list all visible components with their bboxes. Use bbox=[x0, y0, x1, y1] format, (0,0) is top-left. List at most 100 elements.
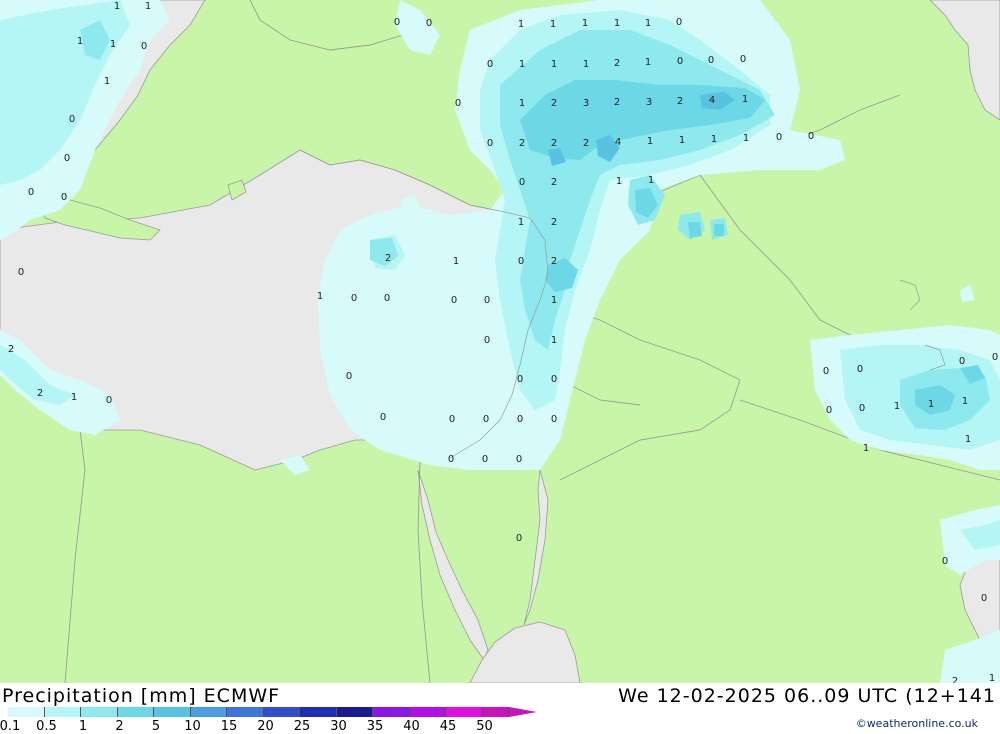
precip-value-label: 1 bbox=[518, 19, 524, 30]
precip-value-label: 0 bbox=[676, 17, 682, 28]
precip-value-label: 1 bbox=[742, 94, 748, 105]
precip-value-label: 2 bbox=[551, 177, 557, 188]
precip-value-label: 0 bbox=[823, 366, 829, 377]
precip-value-label: 1 bbox=[519, 59, 525, 70]
legend-swatch bbox=[336, 707, 373, 717]
precip-value-label: 1 bbox=[743, 133, 749, 144]
legend-label: 45 bbox=[439, 719, 457, 734]
precip-value-label: 0 bbox=[517, 414, 523, 425]
precip-value-label: 2 bbox=[385, 253, 391, 264]
precip-value-label: 1 bbox=[894, 401, 900, 412]
precip-value-label: 0 bbox=[449, 414, 455, 425]
precip-value-label: 4 bbox=[615, 137, 621, 148]
legend-swatch bbox=[409, 707, 446, 717]
precip-value-label: 0 bbox=[517, 374, 523, 385]
precip-value-label: 0 bbox=[69, 114, 75, 125]
precip-value-label: 0 bbox=[394, 17, 400, 28]
precip-value-label: 0 bbox=[992, 352, 998, 363]
precip-value-label: 3 bbox=[583, 98, 589, 109]
precip-value-label: 0 bbox=[484, 335, 490, 346]
precip-value-label: 1 bbox=[145, 1, 151, 12]
precip-value-label: 0 bbox=[384, 293, 390, 304]
precip-value-label: 1 bbox=[711, 134, 717, 145]
legend-label: 40 bbox=[403, 719, 420, 734]
precip-value-label: 0 bbox=[959, 356, 965, 367]
precip-value-label: 2 bbox=[952, 676, 958, 683]
precip-value-label: 2 bbox=[614, 58, 620, 69]
precip-value-label: 1 bbox=[551, 335, 557, 346]
precip-value-label: 2 bbox=[677, 96, 683, 107]
precip-value-label: 1 bbox=[583, 59, 589, 70]
color-legend: 0.1 0.5 1 2 5 10 15 20 25 30 35 40 45 50 bbox=[0, 707, 537, 734]
precip-value-label: 0 bbox=[455, 98, 461, 109]
precip-value-label: 0 bbox=[740, 54, 746, 65]
precip-value-label: 0 bbox=[426, 18, 432, 29]
precip-value-label: 0 bbox=[380, 412, 386, 423]
precip-value-label: 0 bbox=[482, 454, 488, 465]
precip-value-label: 1 bbox=[551, 59, 557, 70]
precip-value-label: 0 bbox=[448, 454, 454, 465]
precip-value-label: 1 bbox=[551, 295, 557, 306]
precip-value-label: 0 bbox=[708, 55, 714, 66]
precip-value-label: 1 bbox=[550, 19, 556, 30]
legend-swatch bbox=[44, 707, 81, 717]
legend-label: 2 bbox=[115, 719, 124, 734]
legend-swatch bbox=[154, 707, 191, 717]
precip-value-label: 1 bbox=[645, 57, 651, 68]
legend-label: 30 bbox=[330, 719, 347, 734]
precipitation-map: 1 1 1 1 0 1 0 0 0 0 0 2 2 1 0 0 0 1 1 1 1 1 0 0 1 1 1 2 1 0 0 0 0 1 2 3 2 3 2 4… bbox=[0, 0, 1000, 683]
legend-label: 25 bbox=[293, 719, 311, 734]
precip-value-label: 2 bbox=[583, 138, 589, 149]
precip-value-label: 1 bbox=[110, 39, 116, 50]
precip-value-label: 0 bbox=[483, 414, 489, 425]
precip-value-label: 0 bbox=[18, 267, 24, 278]
footer: Precipitation [mm] ECMWF We 12-02-2025 0… bbox=[0, 683, 1000, 734]
precip-value-label: 1 bbox=[71, 392, 77, 403]
precip-value-label: 1 bbox=[648, 175, 654, 186]
precip-value-label: 1 bbox=[965, 434, 971, 445]
legend-label: 0.5 bbox=[36, 719, 57, 734]
precip-value-label: 2 bbox=[519, 138, 525, 149]
precip-value-label: 2 bbox=[551, 98, 557, 109]
precip-value-label: 0 bbox=[487, 138, 493, 149]
precip-value-label: 2 bbox=[551, 138, 557, 149]
legend-label: 35 bbox=[366, 719, 384, 734]
precip-value-label: 0 bbox=[859, 403, 865, 414]
precip-value-label: 0 bbox=[677, 56, 683, 67]
legend-label: 5 bbox=[151, 719, 161, 734]
legend-swatch bbox=[373, 707, 410, 717]
legend-swatch bbox=[227, 707, 264, 717]
precip-value-label: 0 bbox=[551, 414, 557, 425]
precip-value-label: 0 bbox=[487, 59, 493, 70]
legend-label: 20 bbox=[257, 719, 274, 734]
precip-value-label: 4 bbox=[709, 95, 715, 106]
legend-label: 1 bbox=[78, 719, 88, 734]
legend-swatch bbox=[300, 707, 337, 717]
legend-label: 0.1 bbox=[0, 719, 21, 734]
precip-value-label: 1 bbox=[77, 36, 83, 47]
precip-value-label: 0 bbox=[28, 187, 34, 198]
precip-value-label: 0 bbox=[516, 533, 522, 544]
precip-value-label: 3 bbox=[646, 97, 652, 108]
precip-value-label: 1 bbox=[519, 98, 525, 109]
site-credit[interactable]: ©weatheronline.co.uk bbox=[856, 717, 978, 730]
precip-value-label: 0 bbox=[61, 192, 67, 203]
legend-swatch bbox=[263, 707, 300, 717]
precip-value-label: 1 bbox=[647, 136, 653, 147]
precip-value-label: 0 bbox=[857, 364, 863, 375]
precip-value-label: 0 bbox=[808, 131, 814, 142]
precip-value-label: 1 bbox=[114, 1, 120, 12]
precip-value-label: 1 bbox=[518, 217, 524, 228]
precip-value-label: 0 bbox=[981, 593, 987, 604]
precip-value-label: 1 bbox=[104, 76, 110, 87]
precip-value-label: 0 bbox=[942, 556, 948, 567]
precip-value-label: 0 bbox=[346, 371, 352, 382]
precip-value-label: 0 bbox=[351, 293, 357, 304]
precip-value-label: 0 bbox=[64, 153, 70, 164]
precip-value-label: 0 bbox=[551, 374, 557, 385]
precip-value-label: 1 bbox=[962, 396, 968, 407]
precip-value-label: 1 bbox=[614, 18, 620, 29]
precip-value-label: 1 bbox=[645, 18, 651, 29]
precip-value-label: 1 bbox=[928, 399, 934, 410]
precip-value-label: 1 bbox=[863, 443, 869, 454]
